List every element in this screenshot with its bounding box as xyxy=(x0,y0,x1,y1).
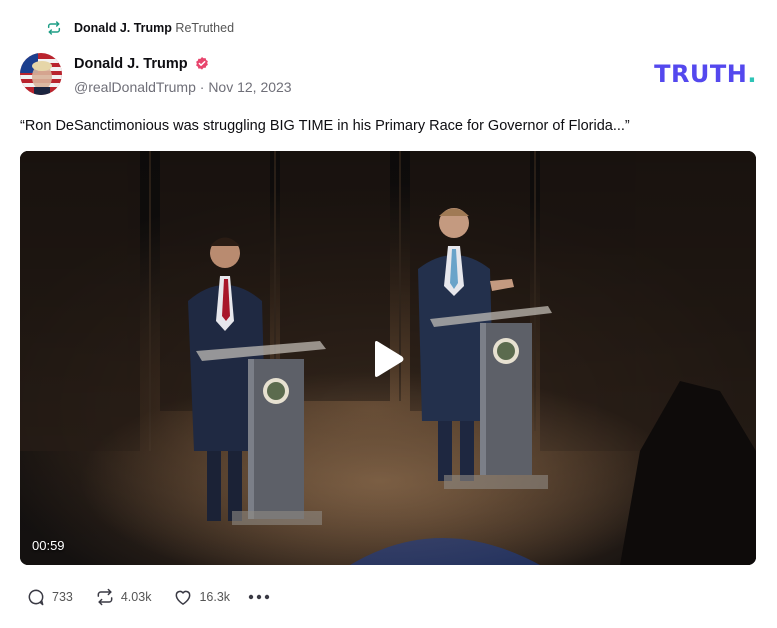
retruth-user-link[interactable]: Donald J. Trump xyxy=(74,21,172,35)
reply-icon xyxy=(28,589,44,606)
reply-button[interactable]: 733 xyxy=(26,587,73,607)
retruth-icon xyxy=(47,21,61,35)
retruth-count: 4.03k xyxy=(120,590,152,604)
more-dots-icon xyxy=(248,594,270,600)
post-action-bar: 733 4.03k 16.3k xyxy=(26,585,270,609)
author-meta: @realDonaldTrump · Nov 12, 2023 xyxy=(74,79,292,95)
truth-social-logo[interactable]: TRUTH. xyxy=(654,60,757,88)
retruth-indicator: Donald J. Trump ReTruthed xyxy=(46,18,234,38)
author-display-name[interactable]: Donald J. Trump xyxy=(74,56,188,72)
like-button[interactable]: 16.3k xyxy=(173,587,230,607)
video-player[interactable]: 00:59 xyxy=(20,151,756,565)
author-handle[interactable]: @realDonaldTrump xyxy=(74,79,196,95)
post-text: “Ron DeSanctimonious was struggling BIG … xyxy=(20,118,630,134)
logo-dot: . xyxy=(747,60,757,88)
meta-separator: · xyxy=(199,79,205,95)
heart-icon xyxy=(176,590,191,605)
more-options-button[interactable] xyxy=(248,587,270,607)
like-count: 16.3k xyxy=(199,590,231,604)
logo-text: TRUTH xyxy=(654,60,748,88)
video-duration: 00:59 xyxy=(32,538,65,553)
verified-badge-icon xyxy=(195,57,208,70)
avatar[interactable] xyxy=(20,53,62,95)
play-icon xyxy=(375,341,404,377)
play-button[interactable] xyxy=(368,339,408,379)
retruth-icon xyxy=(97,588,113,606)
retruth-button[interactable]: 4.03k xyxy=(95,587,152,607)
post-author: Donald J. Trump @realDonaldTrump · Nov 1… xyxy=(74,54,292,95)
post-date[interactable]: Nov 12, 2023 xyxy=(208,79,291,95)
reply-count: 733 xyxy=(52,590,73,604)
retruth-label: ReTruthed xyxy=(175,21,235,35)
